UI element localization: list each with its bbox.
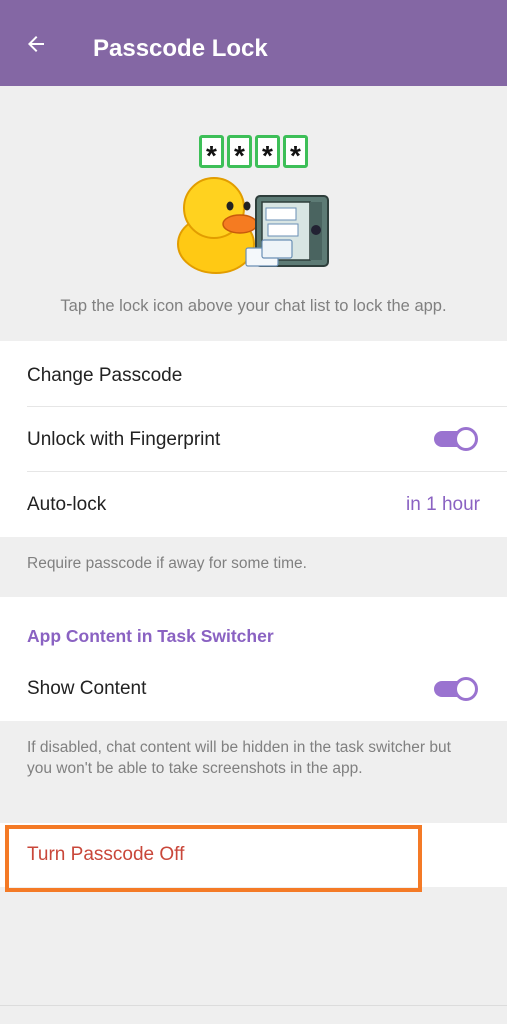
unlock-fingerprint-row[interactable]: Unlock with Fingerprint xyxy=(0,407,507,472)
show-content-row[interactable]: Show Content xyxy=(0,656,507,721)
auto-lock-value: in 1 hour xyxy=(406,493,480,515)
turn-passcode-off-button[interactable]: Turn Passcode Off xyxy=(0,823,507,887)
change-passcode-label: Change Passcode xyxy=(27,364,183,386)
auto-lock-label: Auto-lock xyxy=(27,493,107,515)
pin-box: * xyxy=(255,135,280,169)
pin-box: * xyxy=(227,135,252,169)
change-passcode-row[interactable]: Change Passcode xyxy=(0,343,507,408)
passcode-dots: * * * * xyxy=(199,135,308,169)
back-button[interactable] xyxy=(20,28,52,60)
pin-box: * xyxy=(199,135,224,169)
pin-box: * xyxy=(283,135,308,169)
arrow-left-icon xyxy=(28,36,44,52)
toggle-knob xyxy=(454,427,478,451)
task-switcher-note: If disabled, chat content will be hidden… xyxy=(27,739,451,777)
show-content-toggle[interactable] xyxy=(434,677,478,701)
fingerprint-toggle[interactable] xyxy=(434,427,478,451)
duck-safe-sticker xyxy=(177,177,329,274)
hint-text: Tap the lock icon above your chat list t… xyxy=(60,297,447,315)
page-title: Passcode Lock xyxy=(93,35,268,62)
auto-lock-note: Require passcode if away for some time. xyxy=(27,555,307,572)
section-title-task-switcher: App Content in Task Switcher xyxy=(27,626,274,646)
unlock-fingerprint-label: Unlock with Fingerprint xyxy=(27,428,221,450)
turn-passcode-off-label: Turn Passcode Off xyxy=(27,844,185,865)
toggle-knob xyxy=(454,677,478,701)
auto-lock-row[interactable]: Auto-lock in 1 hour xyxy=(0,472,507,537)
show-content-label: Show Content xyxy=(27,677,147,699)
bottom-edge xyxy=(0,1005,507,1024)
app-bar: Passcode Lock xyxy=(0,0,507,86)
